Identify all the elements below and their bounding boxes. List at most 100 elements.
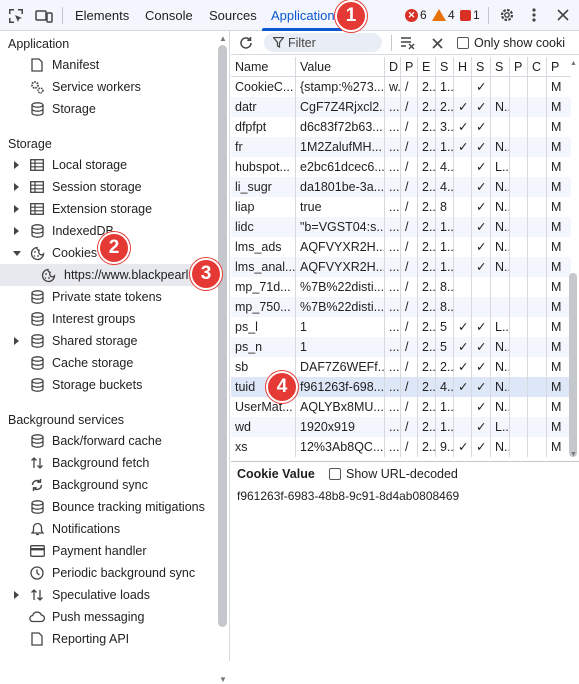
sidebar-item-local-storage[interactable]: Local storage [0, 154, 214, 176]
table-cell: / [400, 117, 417, 137]
error-badge[interactable]: ✕ 6 [405, 8, 427, 22]
sidebar-item-reporting-api[interactable]: Reporting API [0, 628, 214, 650]
sidebar-scrollbar[interactable] [218, 45, 227, 627]
refresh-icon[interactable] [237, 34, 255, 52]
sidebar-item-speculative-loads[interactable]: Speculative loads [0, 584, 214, 606]
table-cell: M [546, 137, 571, 157]
column-header[interactable]: Name [231, 57, 295, 77]
sidebar-scroll-up-icon[interactable]: ▲ [219, 34, 227, 43]
table-row[interactable]: datrCgF7Z4Rjxcl2......./2...2...✓✓N...M [231, 97, 571, 117]
tab-elements[interactable]: Elements [75, 0, 129, 31]
device-toolbar-icon[interactable] [33, 6, 55, 26]
sidebar-item-storage[interactable]: Storage [0, 98, 214, 120]
gears-icon [29, 79, 45, 95]
table-row[interactable]: fr1M2ZalufMH......./2...1...✓✓N...M [231, 137, 571, 157]
table-row[interactable]: lms_ads AQFVYXR2H......./2...1... ✓N... M [231, 237, 571, 257]
table-row[interactable]: hubspot... e2bc61dcec6......./2...4... ✓L.… [231, 157, 571, 177]
sidebar-item-cache-storage[interactable]: Cache storage [0, 352, 214, 374]
table-row[interactable]: mp_71d... %7B%22disti......./2...8... M [231, 277, 571, 297]
expand-arrow-icon[interactable] [14, 183, 19, 191]
column-header[interactable]: P [546, 57, 571, 77]
collapse-arrow-icon[interactable] [13, 251, 21, 256]
column-header[interactable]: S [490, 57, 509, 77]
more-options-icon[interactable] [526, 5, 542, 25]
column-header[interactable]: C [527, 57, 546, 77]
expand-arrow-icon[interactable] [14, 161, 19, 169]
sidebar-item-notifications[interactable]: Notifications [0, 518, 214, 540]
sidebar-item-back-forward-cache[interactable]: Back/forward cache [0, 430, 214, 452]
table-cell: 5 [435, 317, 453, 337]
table-cell: / [400, 317, 417, 337]
expand-arrow-icon[interactable] [14, 337, 19, 345]
column-header[interactable]: P [400, 57, 417, 77]
table-scroll-up-icon[interactable]: ▲ [570, 60, 577, 67]
tab-sources[interactable]: Sources [209, 0, 257, 31]
file-icon [29, 631, 45, 647]
column-header[interactable]: P [509, 57, 527, 77]
table-row[interactable]: CookieC...{stamp:%273...w.../2...1... ✓ M [231, 77, 571, 97]
table-row[interactable]: lidc "b=VGST04:s......./2...1... ✓N... M [231, 217, 571, 237]
table-cell: / [400, 77, 417, 97]
filter-input[interactable]: Filter [264, 33, 382, 52]
table-row[interactable]: li_sugr da1801be-3a......./2...4... ✓N... M [231, 177, 571, 197]
expand-arrow-icon[interactable] [14, 227, 19, 235]
table-row[interactable]: xs12%3Ab8QC......./2...9...✓✓N...M [231, 437, 571, 457]
expand-arrow-icon[interactable] [14, 591, 19, 599]
column-header[interactable]: Value [295, 57, 384, 77]
table-row[interactable]: wd 1920x919..../2...1... ✓L... M [231, 417, 571, 437]
table-cell: CookieC... [235, 80, 294, 94]
cookie-value-pane: Cookie Value Show URL-decoded f961263f-6… [231, 461, 579, 661]
table-header-row[interactable]: Name Value D P E S H S S P C P [231, 57, 571, 77]
url-decoded-checkbox[interactable] [329, 468, 341, 480]
issues-badge[interactable]: 1 [460, 8, 480, 22]
sidebar-item-background-fetch[interactable]: Background fetch [0, 452, 214, 474]
column-header[interactable]: E [417, 57, 435, 77]
table-row[interactable]: ps_n1..../2...5✓✓N...M [231, 337, 571, 357]
column-header[interactable]: D [384, 57, 400, 77]
column-header[interactable]: H [453, 57, 471, 77]
sidebar-scroll-down-icon[interactable]: ▼ [219, 675, 227, 684]
tab-application[interactable]: Application [271, 0, 335, 31]
table-cell [509, 117, 527, 137]
cookie-value-text[interactable]: f961263f-6983-48b8-9c91-8d4ab0808469 [237, 489, 459, 503]
sidebar-item-background-sync[interactable]: Background sync [0, 474, 214, 496]
show-url-decoded-toggle[interactable]: Show URL-decoded [329, 467, 458, 481]
clear-filtered-icon[interactable] [399, 34, 417, 52]
sidebar-item-extension-storage[interactable]: Extension storage [0, 198, 214, 220]
sidebar-item-manifest[interactable]: Manifest [0, 54, 214, 76]
column-header[interactable]: S [471, 57, 490, 77]
sidebar-item-periodic-background-sync[interactable]: Periodic background sync [0, 562, 214, 584]
inspect-element-icon[interactable] [6, 6, 26, 26]
table-row[interactable]: mp_750... %7B%22disti......./2...8... M [231, 297, 571, 317]
sidebar-item-cookie-origin[interactable]: https://www.blackpearl.c [0, 264, 214, 286]
delete-selected-icon[interactable] [428, 34, 446, 52]
table-scroll-down-icon[interactable]: ▼ [570, 451, 577, 458]
sidebar-item-push-messaging[interactable]: Push messaging [0, 606, 214, 628]
warning-badge[interactable]: 4 [432, 8, 455, 22]
sidebar-item-shared-storage[interactable]: Shared storage [0, 330, 214, 352]
table-scrollbar[interactable] [569, 273, 577, 457]
table-cell: L... [490, 157, 509, 177]
settings-gear-icon[interactable] [497, 5, 517, 25]
table-row[interactable]: liap true..../2...8 ✓N... M [231, 197, 571, 217]
table-cell: 2... [417, 277, 435, 297]
close-devtools-icon[interactable] [553, 5, 573, 25]
table-row[interactable]: dfpfptd6c83f72b63......./2...3...✓✓M [231, 117, 571, 137]
expand-arrow-icon[interactable] [14, 205, 19, 213]
sidebar-item-session-storage[interactable]: Session storage [0, 176, 214, 198]
sidebar-item-private-state-tokens[interactable]: Private state tokens [0, 286, 214, 308]
sidebar-item-service-workers[interactable]: Service workers [0, 76, 214, 98]
only-show-checkbox[interactable] [457, 37, 469, 49]
tab-console[interactable]: Console [145, 0, 193, 31]
table-cell: 2... [417, 297, 435, 317]
table-cell: .... [384, 357, 400, 377]
sidebar-item-interest-groups[interactable]: Interest groups [0, 308, 214, 330]
only-show-issues-toggle[interactable]: Only show cooki [457, 36, 565, 50]
table-row[interactable]: ps_l1..../2...5✓✓L...M [231, 317, 571, 337]
column-header[interactable]: S [435, 57, 453, 77]
sidebar-item-storage-buckets[interactable]: Storage buckets [0, 374, 214, 396]
table-cell: .... [384, 417, 400, 437]
table-row[interactable]: lms_anal...AQFVYXR2H......./2...1... ✓N..… [231, 257, 571, 277]
sidebar-item-payment-handler[interactable]: Payment handler [0, 540, 214, 562]
sidebar-item-bounce-tracking[interactable]: Bounce tracking mitigations [0, 496, 214, 518]
